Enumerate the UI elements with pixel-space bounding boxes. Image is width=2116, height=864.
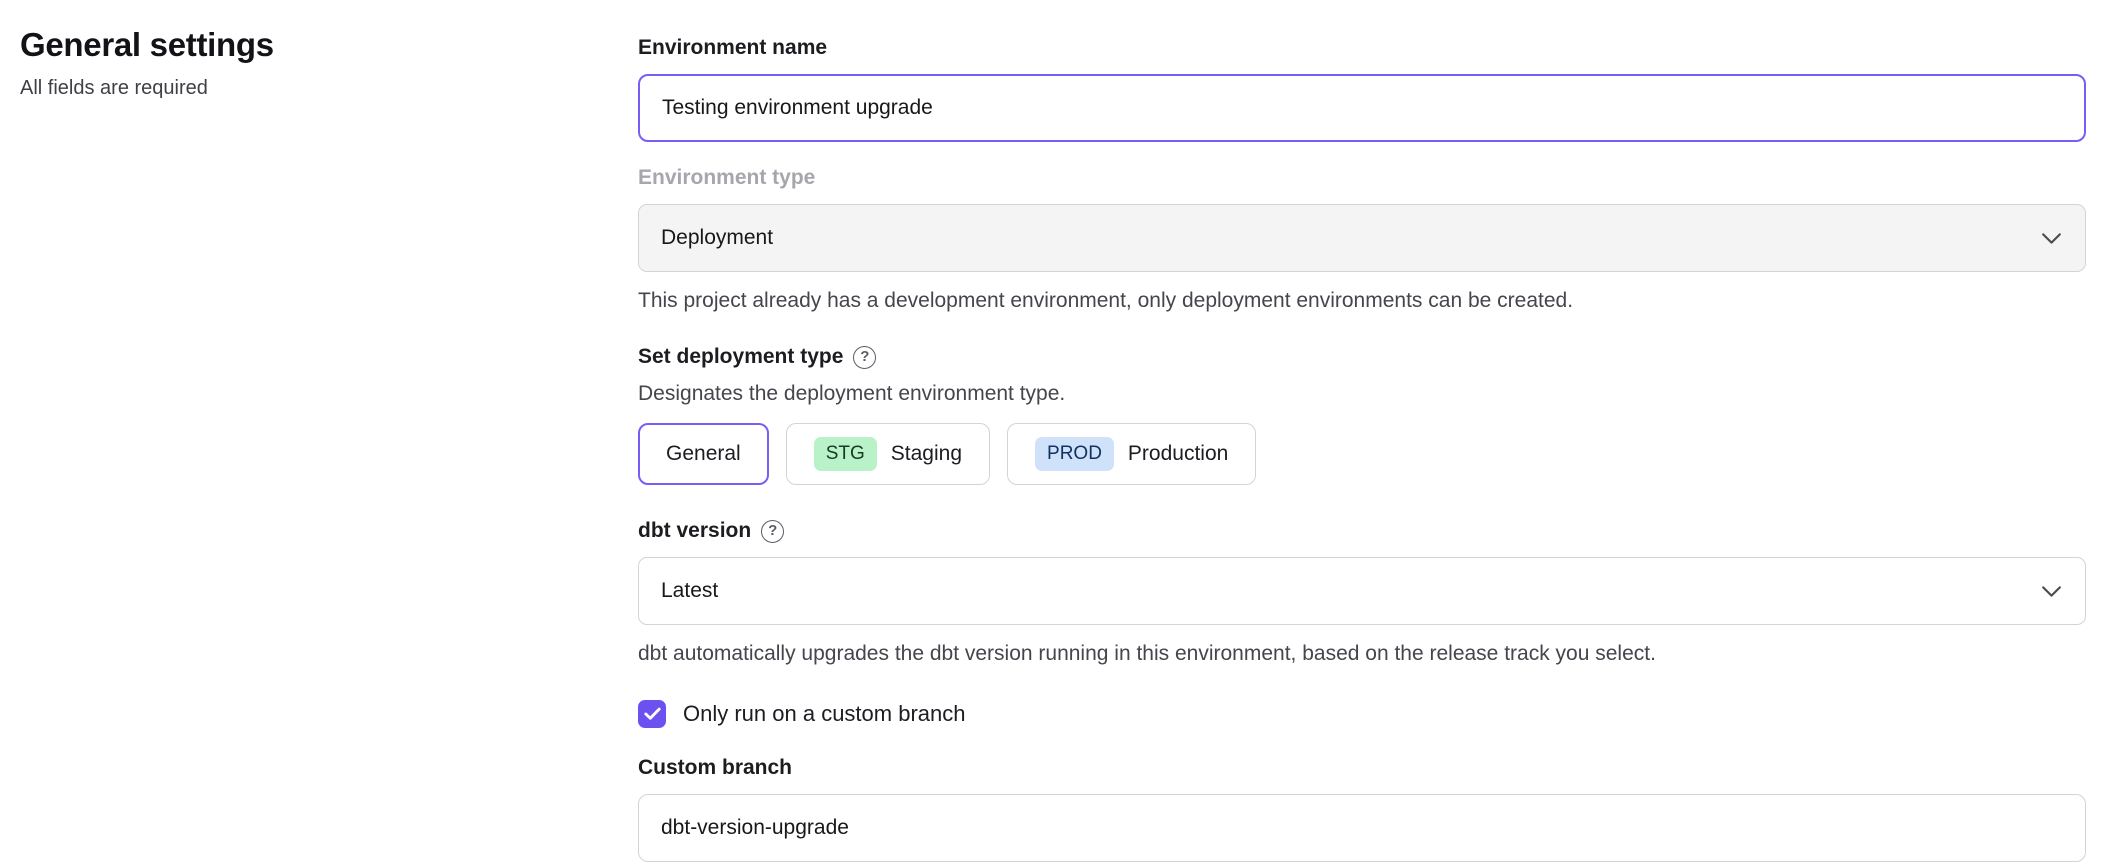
environment-type-value: Deployment xyxy=(661,226,773,250)
chevron-down-icon xyxy=(2042,233,2061,244)
custom-branch-toggle-row: Only run on a custom branch xyxy=(638,700,2086,728)
deployment-type-helper: Designates the deployment environment ty… xyxy=(638,380,2086,408)
environment-type-select[interactable]: Deployment xyxy=(638,204,2086,272)
custom-branch-toggle-label[interactable]: Only run on a custom branch xyxy=(683,701,965,727)
settings-header: General settings All fields are required xyxy=(20,20,638,862)
dbt-version-label: dbt version ? xyxy=(638,517,2086,545)
production-badge: PROD xyxy=(1035,437,1114,472)
deployment-type-label-text: Set deployment type xyxy=(638,343,843,371)
deployment-type-options: General STG Staging PROD Production xyxy=(638,423,2086,485)
dbt-version-select[interactable]: Latest xyxy=(638,557,2086,625)
deployment-type-option-label: Production xyxy=(1128,442,1228,466)
environment-name-input[interactable] xyxy=(638,74,2086,142)
environment-type-helper: This project already has a development e… xyxy=(638,287,2086,315)
page-title: General settings xyxy=(20,26,638,64)
dbt-version-helper: dbt automatically upgrades the dbt versi… xyxy=(638,640,2086,668)
deployment-type-option-label: Staging xyxy=(891,442,962,466)
deployment-type-option-general[interactable]: General xyxy=(638,423,769,485)
staging-badge: STG xyxy=(814,437,877,472)
help-icon[interactable]: ? xyxy=(761,520,784,543)
custom-branch-input[interactable] xyxy=(638,794,2086,862)
deployment-type-option-label: General xyxy=(666,442,741,466)
deployment-type-label: Set deployment type ? xyxy=(638,343,2086,371)
help-icon[interactable]: ? xyxy=(853,346,876,369)
environment-name-label: Environment name xyxy=(638,34,2086,62)
dbt-version-label-text: dbt version xyxy=(638,517,751,545)
deployment-type-option-production[interactable]: PROD Production xyxy=(1007,423,1256,485)
environment-type-label: Environment type xyxy=(638,164,2086,192)
custom-branch-checkbox[interactable] xyxy=(638,700,666,728)
custom-branch-label: Custom branch xyxy=(638,754,2086,782)
deployment-type-option-staging[interactable]: STG Staging xyxy=(786,423,990,485)
check-icon xyxy=(644,707,661,721)
settings-page: General settings All fields are required… xyxy=(0,0,2116,862)
page-subtitle: All fields are required xyxy=(20,77,638,100)
dbt-version-value: Latest xyxy=(661,579,718,603)
chevron-down-icon xyxy=(2042,586,2061,597)
settings-form: Environment name Environment type Deploy… xyxy=(638,20,2086,862)
